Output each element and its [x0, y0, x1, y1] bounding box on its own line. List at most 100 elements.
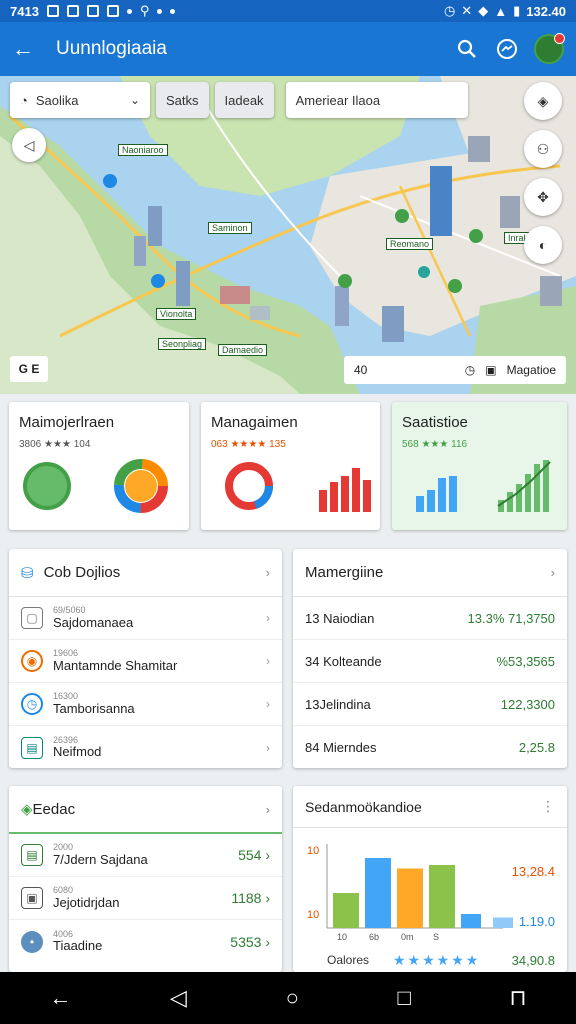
y-tick-label: 10 [307, 909, 319, 921]
chart-bar [461, 914, 481, 928]
card-title: Cob Dojlios [43, 564, 121, 581]
stat-card-2[interactable]: Managaimen 063 ★★★★ 135 [201, 402, 380, 530]
chart-bar [397, 868, 423, 928]
row-label: 13 Naiodian [305, 610, 375, 626]
list-item[interactable]: ▤ 26396 Neifmod › [9, 726, 282, 769]
table-row[interactable]: 34 Kolteande %53,3565 [293, 640, 567, 683]
map-place-label: Vionolta [156, 308, 197, 320]
filter-select[interactable]: ◔ Saolika ⌄ [10, 82, 150, 118]
stat-card-charts [225, 462, 371, 512]
table-row[interactable]: 13 Naiodian 13.3% 71,3750 [293, 597, 567, 640]
chart-value: 13,28.4 [512, 864, 555, 879]
chip-iadeak[interactable]: Iadeak [214, 82, 274, 118]
profile-button[interactable]: ⚇ [524, 130, 562, 168]
table-row[interactable]: 84 Mierndes 2,25.8 [293, 726, 567, 769]
chevron-right-icon: › [265, 801, 270, 817]
locate-button[interactable]: ◁ [12, 128, 46, 162]
compass-button[interactable]: ✥ [524, 178, 562, 216]
list-item-label: 7/Jdern Sajdana [53, 851, 148, 867]
row-value: 2,25.8 [518, 740, 555, 755]
stat-card-3[interactable]: Saatistioe 568 ★★★ 116 [392, 402, 567, 530]
map-view[interactable]: Naoniaroo Saminon Vionolta Seonpliag Inr… [0, 76, 576, 394]
list-item-value: 554 › [238, 847, 270, 863]
location-input[interactable]: Ameriear Ilaoa [285, 82, 468, 118]
list-item[interactable]: ◉ 19606 Mantamnde Shamitar › [9, 640, 282, 683]
x-tick-label: 6b [369, 932, 379, 942]
google-badge: G E [10, 356, 48, 382]
map-search-label: Magatioe [506, 363, 556, 377]
wifi-icon: ◆ [478, 3, 489, 18]
status-right-text: 132.40 [526, 3, 566, 19]
table-row[interactable]: 13Jelindina 122,3300 [293, 683, 567, 726]
map-place-label: Naoniaroo [118, 144, 168, 156]
chart-value: 1.19.0 [519, 914, 555, 929]
person-icon: ⚇ [536, 140, 550, 157]
stat-card-charts [416, 460, 551, 512]
back-arrow-icon[interactable]: ← [49, 985, 71, 1011]
chip-label: Iadeak [224, 92, 264, 108]
card-cob-dojlios: ⛁ Cob Dojlios › ▢ 69/5060 Sajdomanaea › ◉… [9, 549, 282, 768]
card-eedac: ◈ Eedac › ▤ 2000 7/Jdern Sajdana 554 › ▣ … [9, 786, 282, 972]
row-label: 13Jelindina [305, 696, 371, 712]
tag-icon: ◈ [21, 801, 33, 818]
map-search-bar[interactable]: 40 ◷ ▣ Magatioe [344, 356, 566, 384]
lock-icon[interactable]: ⊓ [509, 985, 526, 1011]
search-icon[interactable] [454, 36, 480, 62]
calendar-icon: ▤ [21, 844, 43, 866]
chevron-right-icon: › [550, 565, 555, 580]
home-icon[interactable]: ○ [286, 985, 299, 1011]
battery-icon: ▮ [513, 3, 521, 18]
chevron-down-icon: ⌄ [129, 93, 140, 107]
card-header[interactable]: ◈ Eedac › [9, 786, 282, 834]
google-badge-text: G E [18, 362, 40, 376]
list-item[interactable]: ◷ 16300 Tamborisanna › [9, 683, 282, 726]
stat-card-rating: 568 ★★★ 116 [402, 439, 468, 450]
stat-card-title: Managaimen [211, 414, 298, 431]
recents-icon[interactable]: □ [398, 985, 411, 1011]
card-mamergiine: Mamergiine › 13 Naiodian 13.3% 71,3750 3… [293, 549, 567, 768]
location-input-value: Ameriear Ilaoa [295, 92, 381, 108]
system-nav-bar: ← ◁ ○ □ ⊓ [0, 972, 576, 1024]
card-header[interactable]: Mamergiine › [293, 549, 567, 597]
list-item[interactable]: • 4006 Tiaadine 5353 › [9, 920, 282, 963]
chevron-right-icon: › [265, 565, 270, 580]
box-icon: ▢ [21, 607, 43, 629]
chart-footer-label: Oalores [327, 953, 369, 967]
card-header[interactable]: Sedanmoökandioe ⋮ [293, 786, 567, 828]
avatar[interactable] [534, 33, 565, 64]
triangle-back-icon[interactable]: ◁ [170, 985, 187, 1011]
map-place-label: Damaedio [218, 344, 268, 356]
chevron-right-icon: › [266, 611, 270, 625]
list-item-label: Jejotidrjdan [53, 894, 120, 910]
more-icon[interactable]: ⋮ [541, 798, 555, 815]
status-time: 7413 [10, 3, 39, 19]
gauge-icon: ◉ [21, 650, 43, 672]
list-item[interactable]: ▣ 6080 Jejotidrjdan 1188 › [9, 877, 282, 920]
x-tick-label: 10 [337, 932, 347, 942]
map-search-number: 40 [354, 363, 368, 377]
list-item[interactable]: ▤ 2000 7/Jdern Sajdana 554 › [9, 834, 282, 877]
zoom-button[interactable]: ◐ [524, 226, 562, 264]
zoom-icon: ◐ [538, 237, 548, 253]
timer-icon: ◷ [21, 693, 43, 715]
notification-icon [46, 5, 59, 17]
list-item-label: Tamborisanna [53, 700, 135, 716]
card-header[interactable]: ⛁ Cob Dojlios › [9, 549, 282, 597]
chart-bar [333, 893, 359, 928]
list-item[interactable]: ▢ 69/5060 Sajdomanaea › [9, 597, 282, 640]
back-arrow-icon[interactable]: ← [12, 36, 44, 62]
dot-icon [157, 8, 163, 14]
card-chart: Sedanmoökandioe ⋮ 10 10 10 6b 0m S 13,28.4 … [293, 786, 567, 972]
stat-card-1[interactable]: Maimojerlraen 3806 ★★★ 104 [9, 402, 189, 530]
layers-button[interactable]: ◈ [524, 82, 562, 120]
row-value: 13.3% 71,3750 [467, 610, 555, 626]
chevron-right-icon: › [266, 740, 270, 755]
card-title: Sedanmoökandioe [305, 798, 422, 815]
map-toolbar: ◔ Saolika ⌄ Satks Iadeak Ameriear Ilaoa [10, 82, 468, 118]
chart-footer-value: 34,90.8 [512, 953, 555, 968]
qr-icon: ▣ [485, 363, 497, 377]
stat-card-title: Maimojerlraen [19, 414, 115, 431]
chip-satks[interactable]: Satks [156, 82, 209, 118]
messenger-icon[interactable] [494, 36, 520, 62]
calendar-icon: ▤ [21, 736, 43, 759]
